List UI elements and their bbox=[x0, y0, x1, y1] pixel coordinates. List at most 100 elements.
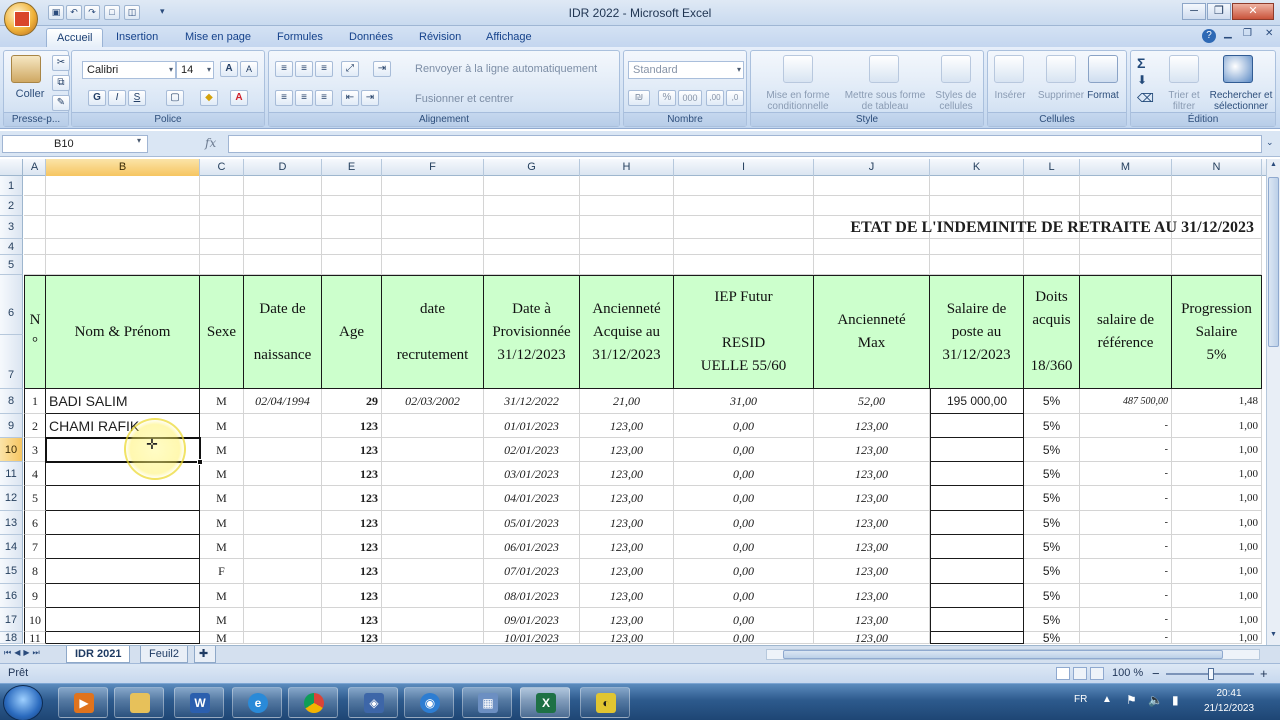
shrink-font-icon[interactable]: A bbox=[240, 61, 258, 77]
empty-cell[interactable] bbox=[24, 239, 46, 255]
cell-j-14[interactable]: 123,00 bbox=[814, 535, 930, 559]
cell-m-11[interactable]: - bbox=[1080, 462, 1172, 486]
cell-c-16[interactable]: M bbox=[200, 584, 244, 608]
fill-icon[interactable]: ⬇ bbox=[1137, 73, 1147, 87]
empty-cell[interactable] bbox=[200, 176, 244, 196]
cell-a-11[interactable]: 4 bbox=[24, 462, 46, 486]
column-header-i[interactable]: I bbox=[674, 159, 814, 176]
cell-b-16[interactable] bbox=[46, 584, 200, 608]
close-button[interactable]: ✕ bbox=[1232, 3, 1274, 20]
empty-cell[interactable] bbox=[674, 176, 814, 196]
column-header-b[interactable]: B bbox=[46, 159, 200, 176]
empty-cell[interactable] bbox=[1172, 176, 1262, 196]
cell-f-16[interactable] bbox=[382, 584, 484, 608]
empty-cell[interactable] bbox=[580, 216, 674, 239]
horizontal-scrollbar[interactable] bbox=[766, 649, 1260, 660]
workbook-close-icon[interactable]: ✕ bbox=[1265, 28, 1273, 39]
cell-d-13[interactable] bbox=[244, 511, 322, 535]
cell-g-10[interactable]: 02/01/2023 bbox=[484, 438, 580, 462]
empty-cell[interactable] bbox=[580, 239, 674, 255]
cell-a-14[interactable]: 7 bbox=[24, 535, 46, 559]
cell-b-13[interactable] bbox=[46, 511, 200, 535]
empty-cell[interactable] bbox=[1172, 255, 1262, 275]
row-header-4[interactable]: 4 bbox=[0, 239, 23, 255]
delete-cells-icon[interactable] bbox=[1046, 55, 1076, 83]
cell-l-16[interactable]: 5% bbox=[1024, 584, 1080, 608]
insert-cells-icon[interactable] bbox=[994, 55, 1024, 83]
cell-j-11[interactable]: 123,00 bbox=[814, 462, 930, 486]
font-size-combo[interactable]: 14 ▾ bbox=[176, 61, 214, 79]
ribbon-minimize-icon[interactable]: ▁ bbox=[1224, 28, 1232, 39]
column-header-d[interactable]: D bbox=[244, 159, 322, 176]
empty-cell[interactable] bbox=[244, 196, 322, 216]
empty-cell[interactable] bbox=[46, 176, 200, 196]
cell-k-12[interactable] bbox=[930, 486, 1024, 511]
empty-cell[interactable] bbox=[814, 255, 930, 275]
cell-g-18[interactable]: 10/01/2023 bbox=[484, 632, 580, 644]
column-header-n[interactable]: N bbox=[1172, 159, 1262, 176]
insert-function-icon[interactable]: fx bbox=[205, 136, 225, 150]
increase-indent-icon[interactable]: ⇥ bbox=[361, 90, 379, 106]
tab-affichage[interactable]: Affichage bbox=[476, 28, 542, 47]
cell-f-17[interactable] bbox=[382, 608, 484, 632]
format-cells-icon[interactable] bbox=[1088, 55, 1118, 83]
name-box[interactable]: B10 bbox=[2, 135, 148, 153]
cell-f-14[interactable] bbox=[382, 535, 484, 559]
cell-d-16[interactable] bbox=[244, 584, 322, 608]
tab-accueil[interactable]: Accueil bbox=[46, 28, 104, 47]
sheet-tab-idr-2021[interactable]: IDR 2021 bbox=[66, 646, 131, 663]
start-button[interactable] bbox=[3, 685, 43, 720]
cell-b-18[interactable] bbox=[46, 632, 200, 644]
empty-cell[interactable] bbox=[382, 255, 484, 275]
cell-h-18[interactable]: 123,00 bbox=[580, 632, 674, 644]
cell-h-11[interactable]: 123,00 bbox=[580, 462, 674, 486]
cell-k-11[interactable] bbox=[930, 462, 1024, 486]
empty-cell[interactable] bbox=[322, 176, 382, 196]
empty-cell[interactable] bbox=[244, 255, 322, 275]
empty-cell[interactable] bbox=[46, 239, 200, 255]
cell-g-14[interactable]: 06/01/2023 bbox=[484, 535, 580, 559]
cell-n-10[interactable]: 1,00 bbox=[1172, 438, 1262, 462]
empty-cell[interactable] bbox=[580, 255, 674, 275]
column-header-h[interactable]: H bbox=[580, 159, 674, 176]
cell-h-9[interactable]: 123,00 bbox=[580, 414, 674, 438]
empty-cell[interactable] bbox=[322, 255, 382, 275]
taskbar-app-1[interactable]: ◈ bbox=[348, 687, 398, 718]
cell-n-9[interactable]: 1,00 bbox=[1172, 414, 1262, 438]
cell-a-8[interactable]: 1 bbox=[24, 389, 46, 414]
cell-a-13[interactable]: 6 bbox=[24, 511, 46, 535]
cell-a-15[interactable]: 8 bbox=[24, 559, 46, 584]
cell-i-14[interactable]: 0,00 bbox=[674, 535, 814, 559]
cell-i-12[interactable]: 0,00 bbox=[674, 486, 814, 511]
align-bottom-icon[interactable]: ≡ bbox=[315, 61, 333, 77]
row-header-10[interactable]: 10 bbox=[0, 438, 23, 462]
empty-cell[interactable] bbox=[382, 176, 484, 196]
page-layout-view-icon[interactable] bbox=[1073, 667, 1087, 680]
cell-d-8[interactable]: 02/04/1994 bbox=[244, 389, 322, 414]
cell-i-17[interactable]: 0,00 bbox=[674, 608, 814, 632]
cell-c-12[interactable]: M bbox=[200, 486, 244, 511]
cell-h-16[interactable]: 123,00 bbox=[580, 584, 674, 608]
office-button[interactable] bbox=[4, 2, 38, 36]
cell-n-11[interactable]: 1,00 bbox=[1172, 462, 1262, 486]
row-header-17[interactable]: 17 bbox=[0, 608, 23, 632]
cell-d-9[interactable] bbox=[244, 414, 322, 438]
empty-cell[interactable] bbox=[382, 216, 484, 239]
horizontal-scroll-thumb[interactable] bbox=[783, 650, 1223, 659]
row-header-15[interactable]: 15 bbox=[0, 559, 23, 584]
empty-cell[interactable] bbox=[1024, 196, 1080, 216]
taskbar-media-player[interactable]: ▶ bbox=[58, 687, 108, 718]
empty-cell[interactable] bbox=[46, 216, 200, 239]
cell-h-12[interactable]: 123,00 bbox=[580, 486, 674, 511]
cell-n-17[interactable]: 1,00 bbox=[1172, 608, 1262, 632]
cell-b-12[interactable] bbox=[46, 486, 200, 511]
cell-g-13[interactable]: 05/01/2023 bbox=[484, 511, 580, 535]
cell-c-14[interactable]: M bbox=[200, 535, 244, 559]
cell-a-18[interactable]: 11 bbox=[24, 632, 46, 644]
empty-cell[interactable] bbox=[1024, 176, 1080, 196]
empty-cell[interactable] bbox=[484, 176, 580, 196]
cell-e-17[interactable]: 123 bbox=[322, 608, 382, 632]
cell-e-14[interactable]: 123 bbox=[322, 535, 382, 559]
taskbar-app-3[interactable]: ▦ bbox=[462, 687, 512, 718]
empty-cell[interactable] bbox=[322, 239, 382, 255]
